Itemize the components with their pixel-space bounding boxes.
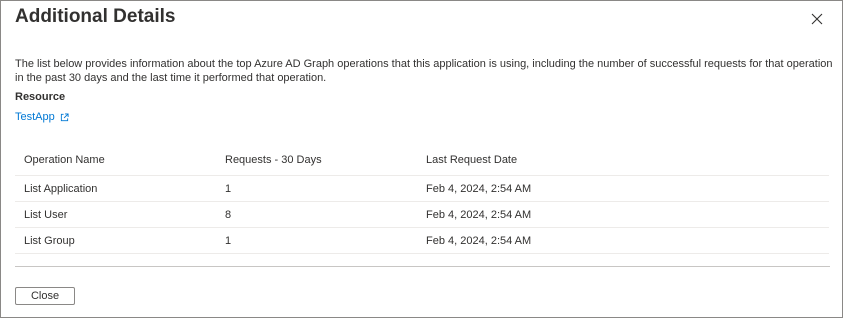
resource-label: Resource xyxy=(15,91,66,103)
additional-details-dialog: Additional Details The list below provid… xyxy=(0,0,843,318)
table-row: List Application 1 Feb 4, 2024, 2:54 AM xyxy=(15,176,829,202)
column-header-last-request-date: Last Request Date xyxy=(426,153,518,166)
cell-last-request: Feb 4, 2024, 2:54 AM xyxy=(426,182,532,195)
cell-requests: 8 xyxy=(225,208,232,221)
resource-link[interactable]: TestApp xyxy=(15,111,69,123)
cell-requests: 1 xyxy=(225,234,232,247)
dialog-description: The list below provides information abou… xyxy=(15,58,833,84)
operations-table: Operation Name Requests - 30 Days Last R… xyxy=(15,144,829,254)
dialog-title: Additional Details xyxy=(15,6,176,27)
table-row: List User 8 Feb 4, 2024, 2:54 AM xyxy=(15,202,829,228)
cell-operation: List Group xyxy=(24,234,75,247)
cell-operation: List User xyxy=(24,208,68,221)
cell-last-request: Feb 4, 2024, 2:54 AM xyxy=(426,234,532,247)
close-button[interactable]: Close xyxy=(15,287,75,305)
column-header-requests: Requests - 30 Days xyxy=(225,153,322,166)
resource-link-text: TestApp xyxy=(15,111,55,123)
cell-last-request: Feb 4, 2024, 2:54 AM xyxy=(426,208,532,221)
cell-requests: 1 xyxy=(225,182,232,195)
close-icon xyxy=(811,13,823,25)
table-row: List Group 1 Feb 4, 2024, 2:54 AM xyxy=(15,228,829,254)
cell-operation: List Application xyxy=(24,182,98,195)
dialog-close-button[interactable] xyxy=(807,9,827,29)
column-header-operation-name: Operation Name xyxy=(24,153,105,166)
external-link-icon xyxy=(60,112,69,122)
footer-divider xyxy=(15,266,830,267)
table-header-row: Operation Name Requests - 30 Days Last R… xyxy=(15,144,829,176)
